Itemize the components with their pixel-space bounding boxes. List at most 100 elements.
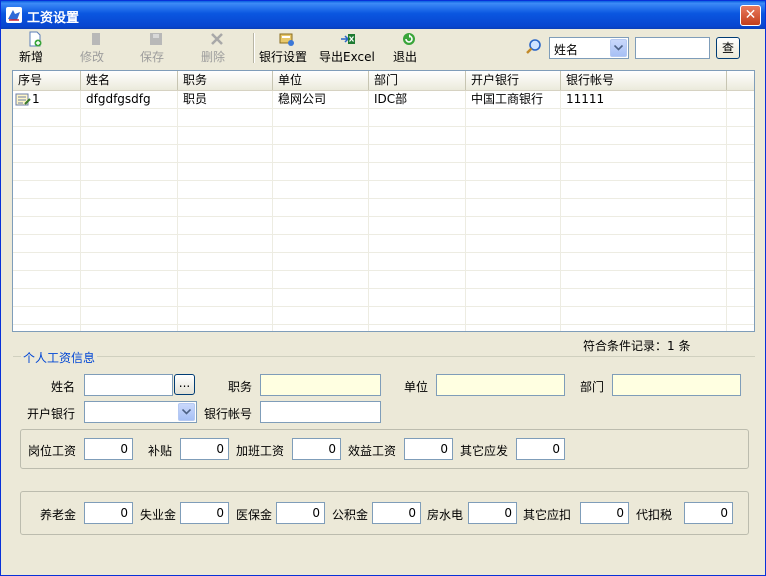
record-count: 符合条件记录：1 条 xyxy=(583,339,691,353)
empty-cell xyxy=(81,235,178,252)
empty-cell xyxy=(273,109,369,126)
empty-row xyxy=(13,235,754,253)
empty-row xyxy=(13,325,754,331)
save-icon xyxy=(150,33,162,45)
empty-cell xyxy=(561,217,727,234)
grid-cell: 中国工商银行 xyxy=(466,91,561,108)
grid-cell: 1 xyxy=(13,91,81,108)
unit-field[interactable] xyxy=(436,374,565,396)
empty-cell xyxy=(81,145,178,162)
save-button[interactable]: 保存 xyxy=(140,31,172,65)
bank-select[interactable] xyxy=(84,401,197,423)
export-excel-button[interactable]: 导出Excel xyxy=(319,31,377,65)
column-header[interactable]: 职务 xyxy=(178,71,273,90)
empty-cell xyxy=(178,145,273,162)
pension-field[interactable]: 0 xyxy=(84,502,133,524)
position-label: 职务 xyxy=(228,380,253,394)
search-input[interactable] xyxy=(635,37,710,59)
empty-cell xyxy=(13,253,81,270)
window-title: 工资设置 xyxy=(27,11,80,26)
account-label: 银行帐号 xyxy=(204,407,253,421)
delete-button[interactable]: 删除 xyxy=(201,31,233,65)
housing-fund-label: 公积金 xyxy=(332,508,369,522)
salary-grid[interactable]: 序号 姓名 职务 单位 部门 开户银行 银行帐号 1 dfgdfgsdfg 职员… xyxy=(12,70,755,332)
overtime-field[interactable]: 0 xyxy=(292,438,341,460)
empty-cell xyxy=(13,235,81,252)
empty-cell xyxy=(178,235,273,252)
empty-cell xyxy=(81,289,178,306)
empty-cell xyxy=(273,127,369,144)
empty-cell xyxy=(81,217,178,234)
title-bar[interactable]: 工资设置 ✕ xyxy=(1,1,765,29)
search-field-select[interactable]: 姓名 xyxy=(549,37,629,59)
empty-cell xyxy=(466,271,561,288)
query-button[interactable]: 查 xyxy=(716,37,740,59)
empty-cell xyxy=(369,271,466,288)
browse-button[interactable]: ... xyxy=(174,374,195,395)
new-button[interactable]: 新增 xyxy=(19,31,51,65)
bank-settings-button[interactable]: 银行设置 xyxy=(259,31,315,65)
empty-cell xyxy=(561,307,727,324)
empty-row xyxy=(13,253,754,271)
name-label: 姓名 xyxy=(51,380,76,394)
column-header[interactable]: 开户银行 xyxy=(466,71,561,90)
column-header[interactable]: 姓名 xyxy=(81,71,178,90)
column-header[interactable]: 单位 xyxy=(273,71,369,90)
empty-cell xyxy=(273,145,369,162)
empty-cell xyxy=(13,325,81,331)
housing-fund-field[interactable]: 0 xyxy=(372,502,421,524)
account-field[interactable] xyxy=(260,401,381,423)
empty-cell xyxy=(81,163,178,180)
column-header[interactable]: 序号 xyxy=(13,71,81,90)
dept-field[interactable] xyxy=(612,374,741,396)
other-income-field[interactable]: 0 xyxy=(516,438,565,460)
bonus-field[interactable]: 0 xyxy=(404,438,453,460)
empty-cell xyxy=(561,199,727,216)
empty-cell xyxy=(561,235,727,252)
allowance-field[interactable]: 0 xyxy=(180,438,229,460)
medical-field[interactable]: 0 xyxy=(276,502,325,524)
exit-label: 退出 xyxy=(393,50,418,64)
close-button[interactable]: ✕ xyxy=(740,5,761,26)
tax-field[interactable]: 0 xyxy=(684,502,733,524)
utilities-field[interactable]: 0 xyxy=(468,502,517,524)
chevron-down-icon[interactable] xyxy=(610,39,627,57)
base-salary-label: 岗位工资 xyxy=(28,444,77,458)
empty-cell xyxy=(466,181,561,198)
empty-cell xyxy=(561,271,727,288)
edit-label: 修改 xyxy=(80,50,105,64)
empty-cell xyxy=(466,253,561,270)
empty-cell xyxy=(466,109,561,126)
edit-button[interactable]: 修改 xyxy=(80,31,112,65)
empty-row xyxy=(13,271,754,289)
empty-row xyxy=(13,145,754,163)
salary-settings-window: 工资设置 ✕ 新增 修改 保存 删除 银行设置 导出Excel 退出 姓名 查 … xyxy=(0,0,766,576)
overtime-label: 加班工资 xyxy=(236,444,285,458)
column-header[interactable]: 部门 xyxy=(369,71,466,90)
empty-cell xyxy=(178,217,273,234)
unemployment-field[interactable]: 0 xyxy=(180,502,229,524)
position-field[interactable] xyxy=(260,374,381,396)
unit-label: 单位 xyxy=(404,380,429,394)
name-field[interactable] xyxy=(84,374,173,396)
allowance-label: 补贴 xyxy=(148,444,173,458)
exit-button[interactable]: 退出 xyxy=(393,31,425,65)
new-label: 新增 xyxy=(19,50,44,64)
magnifier-icon xyxy=(526,39,541,54)
grid-header: 序号 姓名 职务 单位 部门 开户银行 银行帐号 xyxy=(13,71,754,91)
empty-cell xyxy=(466,163,561,180)
other-deduction-field[interactable]: 0 xyxy=(580,502,629,524)
chevron-down-icon[interactable] xyxy=(178,403,195,421)
empty-cell xyxy=(273,199,369,216)
empty-cell xyxy=(178,289,273,306)
app-icon xyxy=(6,7,22,23)
empty-cell xyxy=(466,235,561,252)
empty-cell xyxy=(81,271,178,288)
utilities-label: 房水电 xyxy=(427,508,464,522)
base-salary-field[interactable]: 0 xyxy=(84,438,133,460)
export-label: 导出Excel xyxy=(319,50,375,64)
empty-row xyxy=(13,199,754,217)
table-row[interactable]: 1 dfgdfgsdfg 职员 稳网公司 IDC部 中国工商银行 11111 xyxy=(13,91,754,109)
column-header[interactable]: 银行帐号 xyxy=(561,71,727,90)
empty-cell xyxy=(369,325,466,331)
